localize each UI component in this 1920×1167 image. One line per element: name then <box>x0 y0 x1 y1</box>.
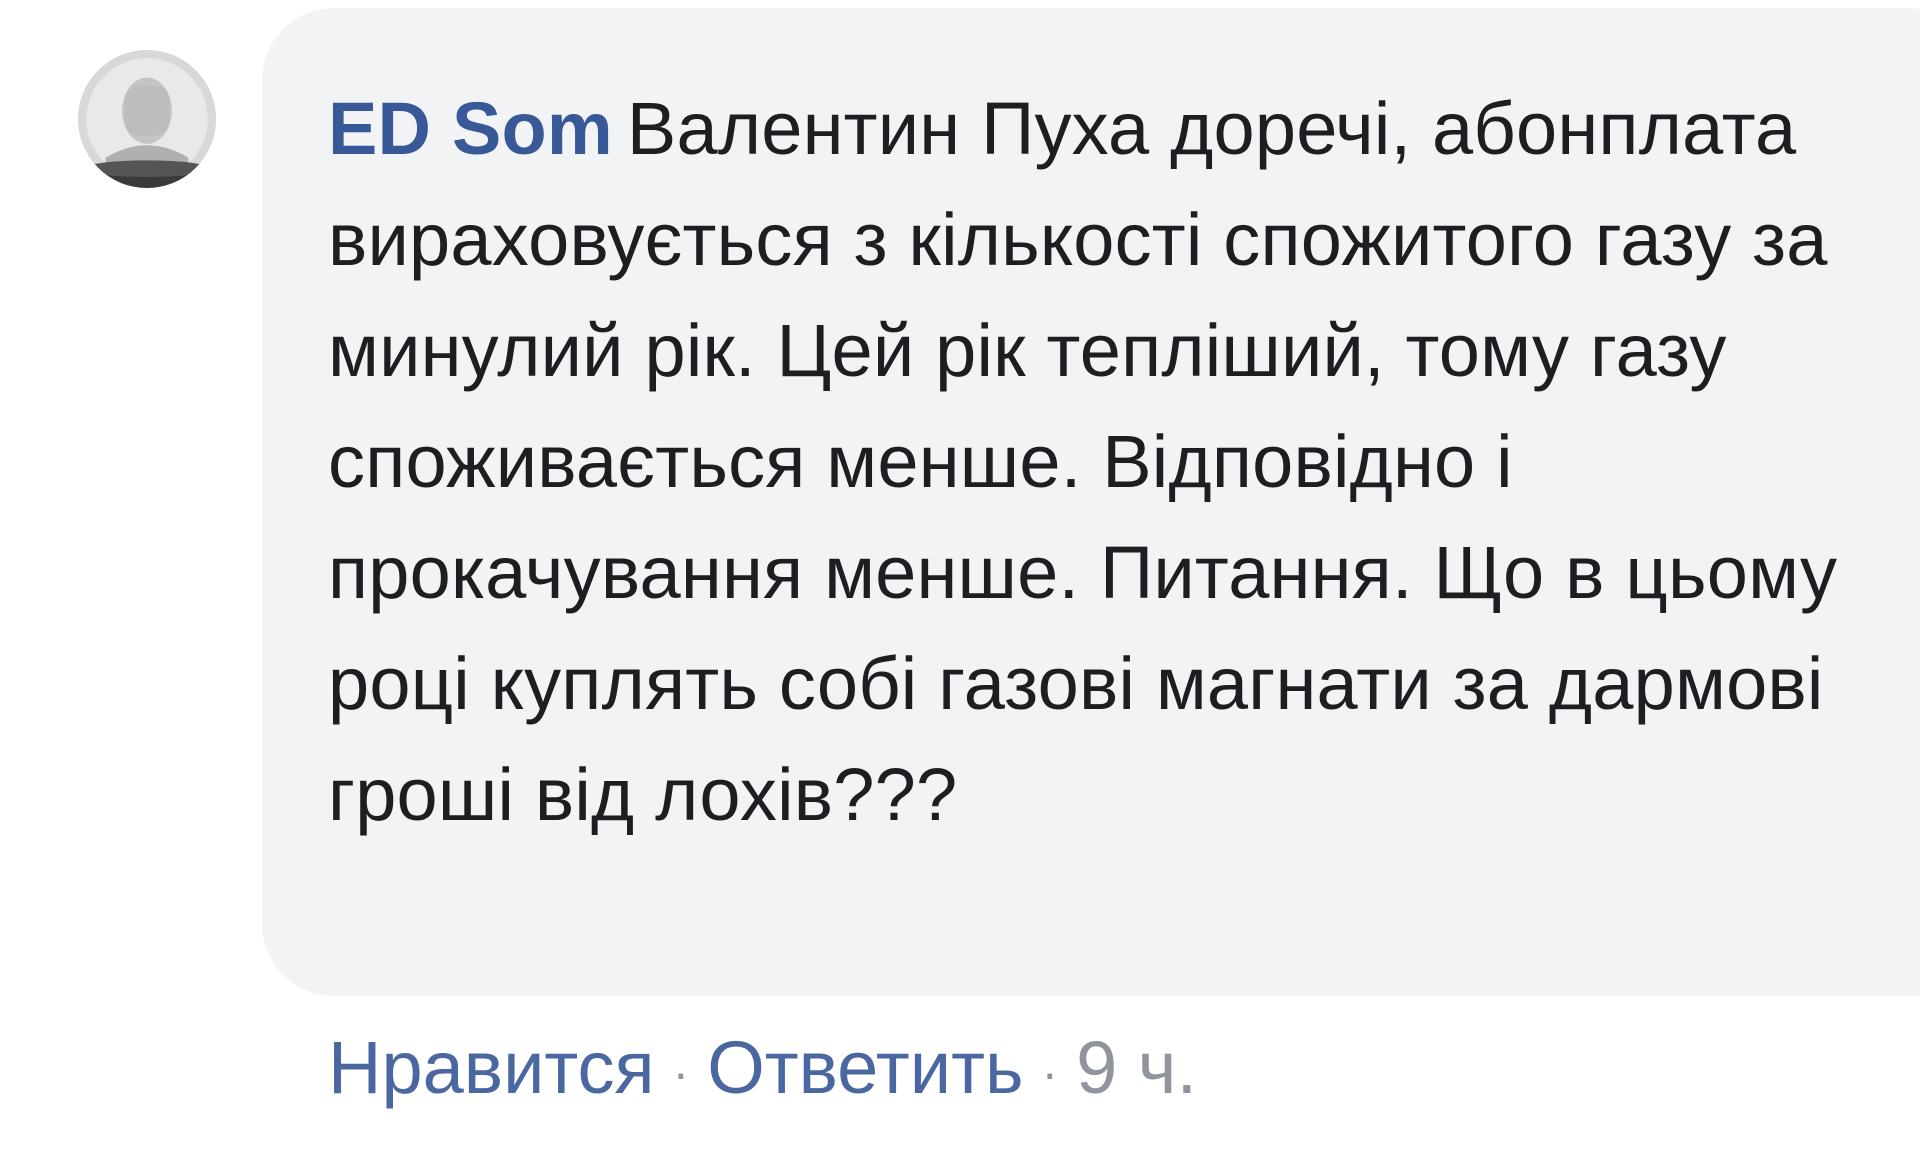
user-avatar-icon <box>78 50 216 188</box>
comment-timestamp[interactable]: 9 ч. <box>1076 1026 1197 1109</box>
author-name[interactable]: ED Som <box>328 87 613 170</box>
reply-button[interactable]: Ответить <box>707 1026 1023 1109</box>
separator-dot: · <box>1041 1045 1059 1102</box>
comment-bubble: ED Som Валентин Пуха доречі, абонплата ви… <box>262 8 1920 996</box>
comment: ED Som Валентин Пуха доречі, абонплата ви… <box>0 0 1920 1167</box>
separator-dot: · <box>672 1045 690 1102</box>
comment-body: ED Som Валентин Пуха доречі, абонплата ви… <box>328 73 1920 850</box>
comment-actions: Нравится · Ответить · 9 ч. <box>328 1018 1197 1123</box>
like-button[interactable]: Нравится <box>328 1026 655 1109</box>
comment-text: Валентин Пуха доречі, абонплата вирахову… <box>328 87 1838 836</box>
avatar[interactable] <box>78 50 216 188</box>
